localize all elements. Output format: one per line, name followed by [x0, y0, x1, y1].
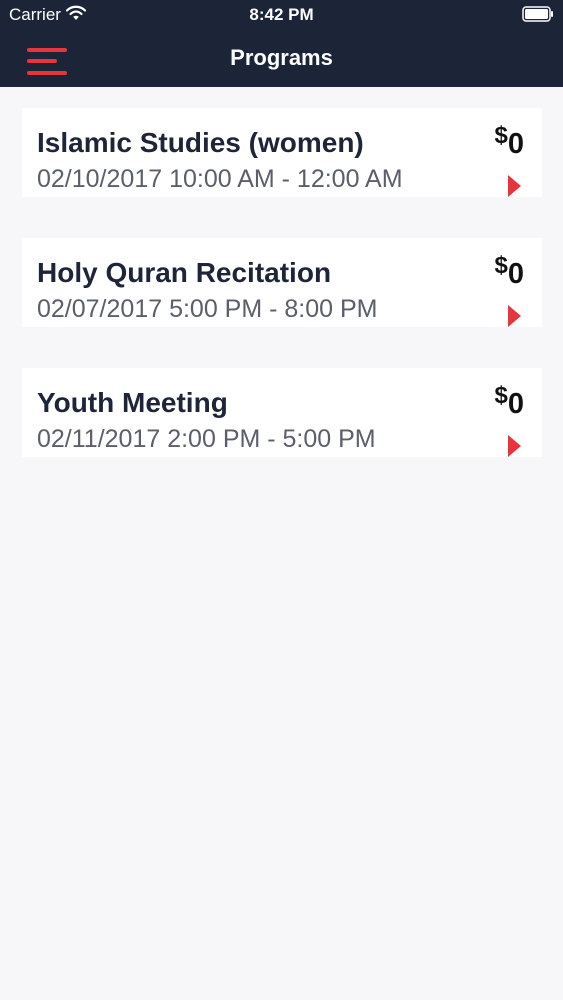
- top-bar: Carrier 8:42 PM Programs: [0, 0, 563, 87]
- program-time: 02/10/2017 10:00 AM - 12:00 AM: [37, 165, 403, 193]
- program-name: Holy Quran Recitation: [37, 257, 332, 288]
- price-amount: 0: [507, 128, 524, 160]
- program-price: $0: [494, 252, 525, 290]
- chevron-right-icon[interactable]: [508, 435, 521, 457]
- program-card[interactable]: Islamic Studies (women) 02/10/2017 10:00…: [22, 108, 542, 197]
- program-time: 02/11/2017 2:00 PM - 5:00 PM: [37, 425, 376, 453]
- navigation-bar: Programs: [0, 30, 563, 87]
- app-screen: Carrier 8:42 PM Programs Islamic Studies…: [0, 0, 563, 1000]
- currency-symbol: $: [494, 252, 508, 279]
- program-card[interactable]: Youth Meeting 02/11/2017 2:00 PM - 5:00 …: [22, 368, 542, 457]
- program-time: 02/07/2017 5:00 PM - 8:00 PM: [37, 295, 378, 323]
- currency-symbol: $: [494, 382, 508, 409]
- price-amount: 0: [507, 258, 524, 290]
- status-time: 8:42 PM: [249, 5, 314, 24]
- chevron-right-icon[interactable]: [508, 305, 521, 327]
- program-list: Islamic Studies (women) 02/10/2017 10:00…: [22, 108, 542, 498]
- status-bar: Carrier 8:42 PM: [0, 0, 563, 30]
- program-name: Islamic Studies (women): [37, 127, 364, 158]
- program-price: $0: [494, 382, 525, 420]
- battery-icon: [522, 6, 553, 22]
- program-name: Youth Meeting: [37, 387, 228, 418]
- page-title: Programs: [230, 45, 333, 70]
- program-price: $0: [494, 122, 525, 160]
- chevron-right-icon[interactable]: [508, 175, 521, 197]
- currency-symbol: $: [494, 122, 508, 149]
- price-amount: 0: [507, 388, 524, 420]
- program-card[interactable]: Holy Quran Recitation 02/07/2017 5:00 PM…: [22, 238, 542, 327]
